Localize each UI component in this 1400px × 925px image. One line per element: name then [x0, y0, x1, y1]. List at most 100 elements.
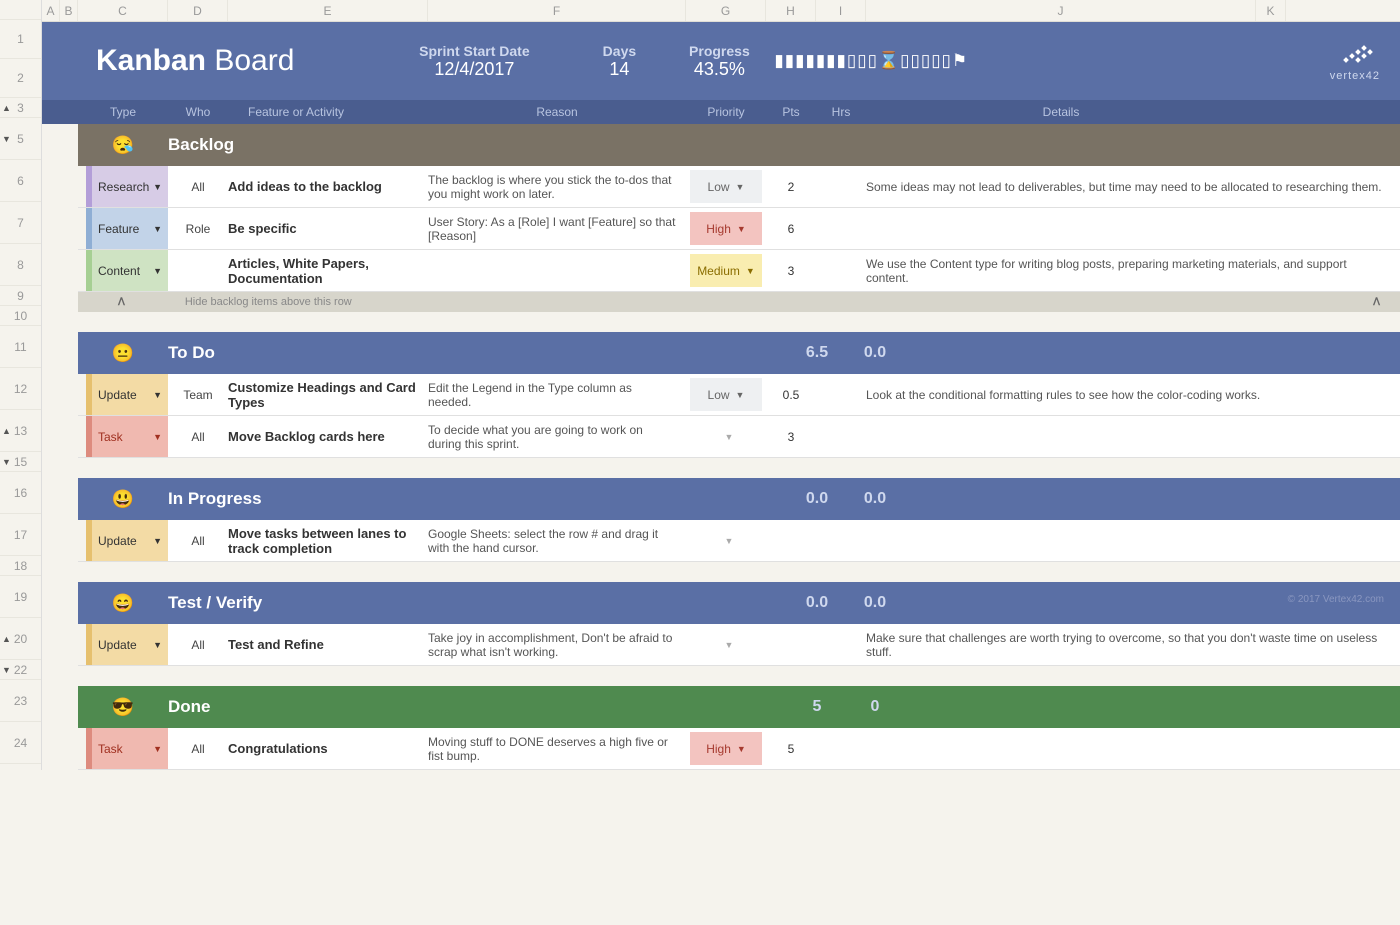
pts-cell[interactable]: 5: [766, 742, 816, 756]
feature-cell[interactable]: Congratulations: [228, 741, 428, 756]
priority-dropdown[interactable]: Low▼: [690, 378, 762, 411]
feature-cell[interactable]: Customize Headings and Card Types: [228, 380, 428, 410]
priority-dropdown[interactable]: ▼: [690, 628, 762, 661]
pts-cell[interactable]: 3: [766, 430, 816, 444]
type-dropdown[interactable]: Update▼: [86, 374, 168, 415]
corner-cell[interactable]: [0, 0, 41, 20]
priority-dropdown[interactable]: ▼: [690, 524, 762, 557]
feature-cell[interactable]: Move tasks between lanes to track comple…: [228, 526, 428, 556]
col-header[interactable]: A: [42, 0, 60, 21]
type-dropdown[interactable]: Feature▼: [86, 208, 168, 249]
pts-cell[interactable]: 2: [766, 180, 816, 194]
priority-dropdown[interactable]: Medium▼: [690, 254, 762, 287]
col-header[interactable]: H: [766, 0, 816, 21]
reason-cell[interactable]: To decide what you are going to work on …: [428, 423, 686, 451]
row-number[interactable]: ▲13: [0, 410, 41, 452]
type-dropdown[interactable]: Update▼: [86, 520, 168, 561]
task-row[interactable]: Update▼ Team Customize Headings and Card…: [78, 374, 1400, 416]
row-number[interactable]: 8: [0, 244, 41, 286]
row-number[interactable]: ▲3: [0, 98, 41, 118]
col-header[interactable]: I: [816, 0, 866, 21]
feature-cell[interactable]: Add ideas to the backlog: [228, 179, 428, 194]
row-number[interactable]: ▼15: [0, 452, 41, 472]
col-header[interactable]: E: [228, 0, 428, 21]
who-cell[interactable]: Role: [168, 222, 228, 236]
task-row[interactable]: Task▼ All Move Backlog cards here To dec…: [78, 416, 1400, 458]
row-number[interactable]: ▼5: [0, 118, 41, 160]
row-number[interactable]: 11: [0, 326, 41, 368]
row-number[interactable]: 18: [0, 556, 41, 576]
collapse-up-icon[interactable]: ▲: [2, 103, 11, 113]
task-row[interactable]: Feature▼ Role Be specific User Story: As…: [78, 208, 1400, 250]
col-header[interactable]: F: [428, 0, 686, 21]
details-cell[interactable]: Look at the conditional formatting rules…: [866, 388, 1400, 402]
task-row[interactable]: Content▼ Articles, White Papers, Documen…: [78, 250, 1400, 292]
row-number[interactable]: ▲20: [0, 618, 41, 660]
row-number[interactable]: 19: [0, 576, 41, 618]
chevron-down-icon: ▼: [153, 536, 162, 546]
hdr-reason: Reason: [428, 105, 686, 119]
who-cell[interactable]: All: [168, 430, 228, 444]
collapse-up-icon[interactable]: ▲: [2, 634, 11, 644]
pts-cell[interactable]: 3: [766, 264, 816, 278]
col-header[interactable]: B: [60, 0, 78, 21]
task-row[interactable]: Task▼ All Congratulations Moving stuff t…: [78, 728, 1400, 770]
who-cell[interactable]: Team: [168, 388, 228, 402]
feature-cell[interactable]: Be specific: [228, 221, 428, 236]
priority-dropdown[interactable]: High▼: [690, 212, 762, 245]
type-dropdown[interactable]: Task▼: [86, 728, 168, 769]
row-number[interactable]: 2: [0, 59, 41, 98]
priority-dropdown[interactable]: Low▼: [690, 170, 762, 203]
collapse-up-icon[interactable]: ▲: [2, 426, 11, 436]
reason-cell[interactable]: Moving stuff to DONE deserves a high fiv…: [428, 735, 686, 763]
who-cell[interactable]: All: [168, 638, 228, 652]
who-cell[interactable]: All: [168, 742, 228, 756]
feature-cell[interactable]: Test and Refine: [228, 637, 428, 652]
task-row[interactable]: Update▼ All Test and Refine Take joy in …: [78, 624, 1400, 666]
type-dropdown[interactable]: Task▼: [86, 416, 168, 457]
feature-cell[interactable]: Move Backlog cards here: [228, 429, 428, 444]
reason-cell[interactable]: The backlog is where you stick the to-do…: [428, 173, 686, 201]
col-header[interactable]: C: [78, 0, 168, 21]
reason-cell[interactable]: Edit the Legend in the Type column as ne…: [428, 381, 686, 409]
col-header[interactable]: K: [1256, 0, 1286, 21]
type-dropdown[interactable]: Update▼: [86, 624, 168, 665]
pts-cell[interactable]: 0.5: [766, 388, 816, 402]
reason-cell[interactable]: Take joy in accomplishment, Don't be afr…: [428, 631, 686, 659]
details-cell[interactable]: We use the Content type for writing blog…: [866, 257, 1400, 285]
row-number[interactable]: 24: [0, 722, 41, 764]
priority-dropdown[interactable]: High▼: [690, 732, 762, 765]
feature-cell[interactable]: Articles, White Papers, Documentation: [228, 256, 428, 286]
details-cell[interactable]: Some ideas may not lead to deliverables,…: [866, 180, 1400, 194]
who-cell[interactable]: All: [168, 180, 228, 194]
priority-dropdown[interactable]: ▼: [690, 420, 762, 453]
type-dropdown[interactable]: Research▼: [86, 166, 168, 207]
pts-cell[interactable]: 6: [766, 222, 816, 236]
row-number[interactable]: 23: [0, 680, 41, 722]
row-number[interactable]: 1: [0, 20, 41, 59]
chevron-down-icon: ▼: [725, 640, 734, 650]
row-number[interactable]: 16: [0, 472, 41, 514]
details-cell[interactable]: Make sure that challenges are worth tryi…: [866, 631, 1400, 659]
who-cell[interactable]: All: [168, 534, 228, 548]
row-number[interactable]: 12: [0, 368, 41, 410]
task-row[interactable]: Research▼ All Add ideas to the backlog T…: [78, 166, 1400, 208]
expand-down-icon[interactable]: ▼: [2, 457, 11, 467]
reason-cell[interactable]: User Story: As a [Role] I want [Feature]…: [428, 215, 686, 243]
task-row[interactable]: Update▼ All Move tasks between lanes to …: [78, 520, 1400, 562]
row-number[interactable]: 9: [0, 286, 41, 306]
col-header[interactable]: J: [866, 0, 1256, 21]
emoji-smile-icon: 😃: [78, 489, 168, 510]
col-header[interactable]: G: [686, 0, 766, 21]
row-number[interactable]: 7: [0, 202, 41, 244]
type-dropdown[interactable]: Content▼: [86, 250, 168, 291]
expand-down-icon[interactable]: ▼: [2, 665, 11, 675]
row-number[interactable]: 6: [0, 160, 41, 202]
row-number[interactable]: 17: [0, 514, 41, 556]
reason-cell[interactable]: Google Sheets: select the row # and drag…: [428, 527, 686, 555]
hide-backlog-bar[interactable]: ᐱ Hide backlog items above this row ᐱ: [78, 292, 1400, 312]
row-number[interactable]: ▼22: [0, 660, 41, 680]
expand-down-icon[interactable]: ▼: [2, 134, 11, 144]
col-header[interactable]: D: [168, 0, 228, 21]
row-number[interactable]: 10: [0, 306, 41, 326]
